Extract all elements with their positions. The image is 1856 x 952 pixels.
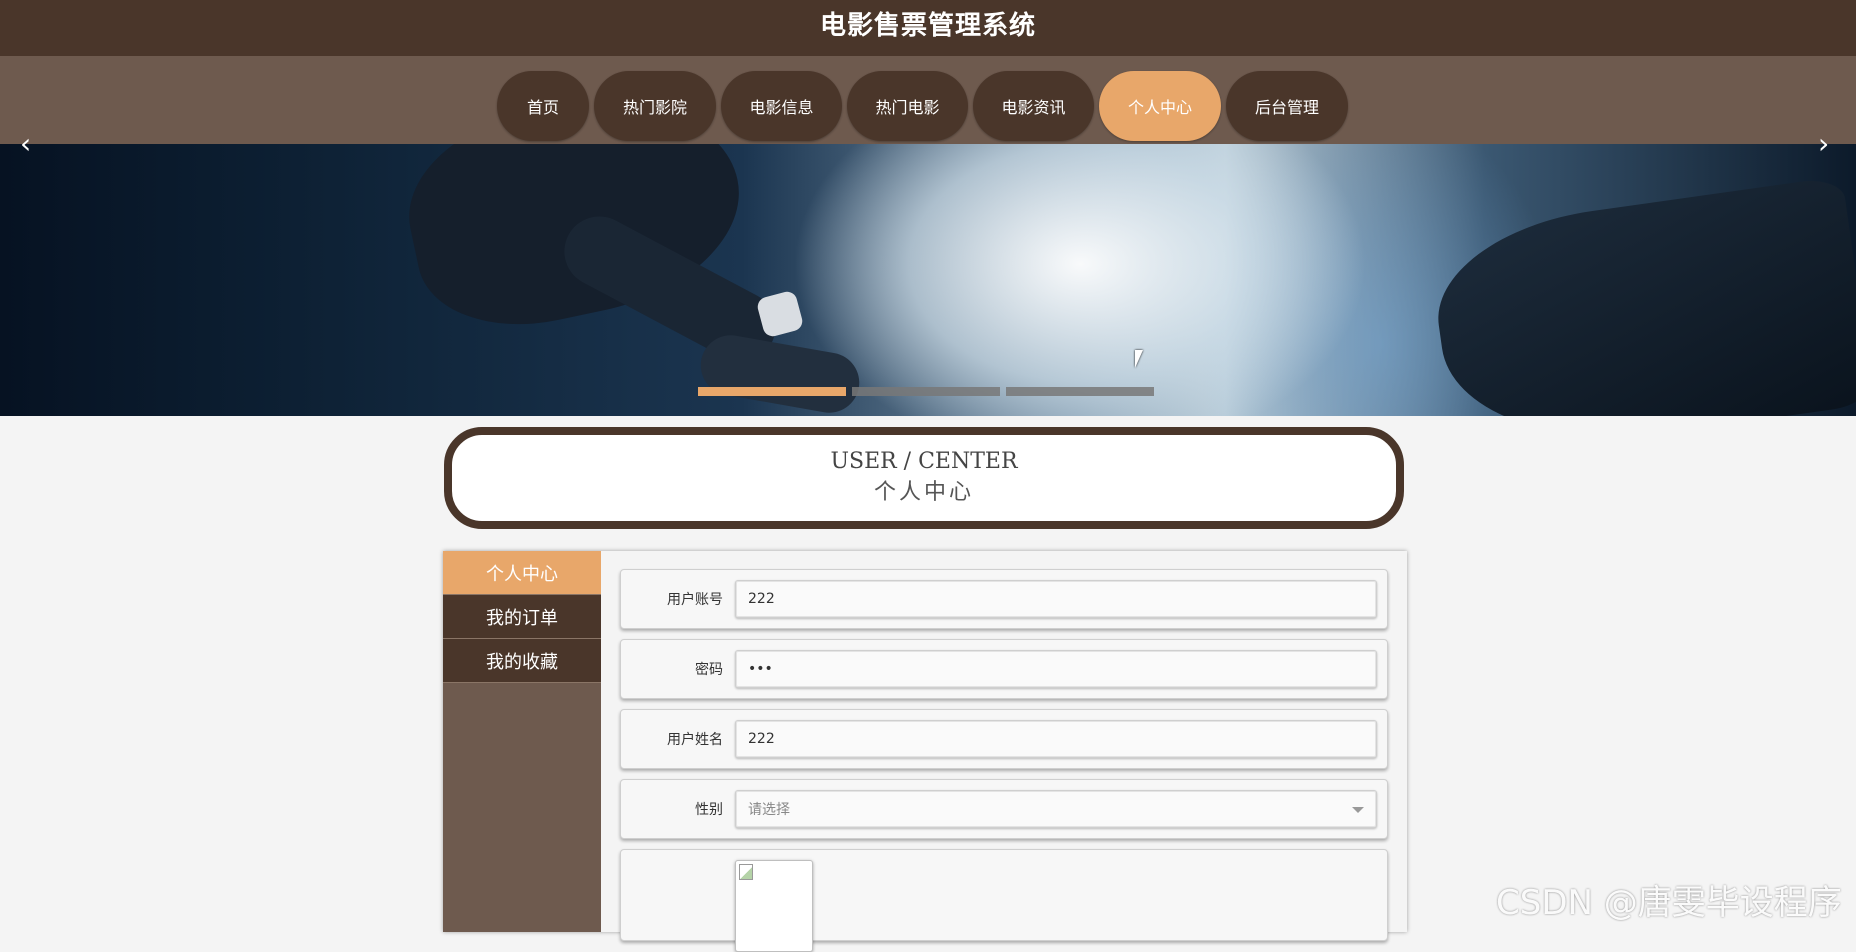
profile-form: 用户账号 222 密码 ••• 用户姓名 222 性别 请选择	[620, 569, 1390, 952]
password-label: 密码	[695, 662, 723, 678]
mouse-cursor-icon	[1135, 350, 1143, 368]
nav-item-home[interactable]: 首页	[497, 71, 589, 141]
gender-label: 性别	[695, 802, 723, 818]
form-row-account: 用户账号 222	[620, 569, 1388, 629]
name-input[interactable]: 222	[735, 720, 1377, 758]
account-label: 用户账号	[667, 592, 723, 608]
watermark: CSDN @唐雯毕设程序	[1496, 883, 1842, 923]
carousel-indicator-2[interactable]	[852, 387, 1000, 396]
site-title: 电影售票管理系统	[819, 10, 1036, 41]
broken-image-icon	[739, 864, 753, 880]
section-title-box: USER / CENTER 个人中心	[444, 427, 1404, 529]
carousel-indicator-1[interactable]	[698, 387, 846, 396]
side-item-user-center[interactable]: 个人中心	[443, 551, 601, 595]
section-title-en: USER / CENTER	[830, 449, 1018, 474]
gender-select[interactable]: 请选择	[735, 790, 1377, 828]
top-header: 电影售票管理系统	[0, 0, 1856, 56]
carousel-next-icon[interactable]: ›	[1818, 130, 1829, 158]
banner-carousel	[0, 144, 1856, 416]
account-input[interactable]: 222	[735, 580, 1377, 618]
side-menu: 个人中心 我的订单 我的收藏	[443, 551, 601, 932]
nav-item-hot-movies[interactable]: 热门电影	[847, 71, 968, 141]
user-center-panel: 个人中心 我的订单 我的收藏 用户账号 222 密码 ••• 用户姓名 222 …	[443, 551, 1407, 952]
nav-item-movie-info[interactable]: 电影信息	[721, 71, 842, 141]
side-item-my-orders[interactable]: 我的订单	[443, 595, 601, 639]
carousel-indicator-3[interactable]	[1006, 387, 1154, 396]
gender-select-placeholder: 请选择	[748, 802, 790, 818]
main-nav: 首页 热门影院 电影信息 热门电影 电影资讯 个人中心 后台管理	[0, 56, 1856, 144]
carousel-prev-icon[interactable]: ‹	[20, 130, 31, 158]
carousel-indicators	[698, 387, 1154, 396]
nav-item-admin[interactable]: 后台管理	[1226, 71, 1348, 141]
banner-astronaut-leg-shape	[696, 330, 864, 416]
banner-debris-shape	[1426, 175, 1856, 416]
form-row-gender: 性别 请选择	[620, 779, 1388, 839]
nav-item-user-center[interactable]: 个人中心	[1099, 71, 1221, 141]
nav-item-movie-news[interactable]: 电影资讯	[973, 71, 1094, 141]
name-label: 用户姓名	[667, 732, 723, 748]
nav-items: 首页 热门影院 电影信息 热门电影 电影资讯 个人中心 后台管理	[497, 71, 1348, 141]
password-input[interactable]: •••	[735, 650, 1377, 688]
form-row-password: 密码 •••	[620, 639, 1388, 699]
avatar-upload[interactable]	[735, 860, 813, 952]
section-title-zh: 个人中心	[873, 480, 974, 505]
chevron-down-icon	[1352, 807, 1364, 813]
form-row-avatar	[620, 849, 1388, 952]
form-row-name: 用户姓名 222	[620, 709, 1388, 769]
nav-item-hot-cinemas[interactable]: 热门影院	[594, 71, 716, 141]
side-item-my-favorites[interactable]: 我的收藏	[443, 639, 601, 683]
